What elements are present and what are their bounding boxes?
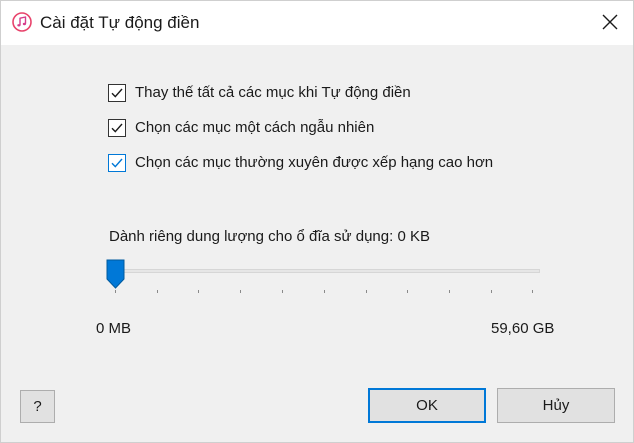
checkmark-icon [111,88,123,98]
slider-tick [407,290,408,293]
close-icon [602,14,618,30]
slider-min-label: 0 MB [96,320,132,337]
replace-all-items-label: Thay thế tất cả các mục khi Tự động điền [135,84,411,101]
slider-tick [532,290,533,293]
close-button[interactable] [587,1,633,45]
random-items-label: Chọn các mục một cách ngẫu nhiên [135,119,375,136]
slider-max-label: 59,60 GB [491,320,555,337]
slider-tick [366,290,367,293]
ok-button[interactable]: OK [368,388,486,423]
autofill-settings-dialog: Cài đặt Tự động điền Thay thế tất cả các… [0,0,634,443]
reserve-space-label: Dành riêng dung lượng cho ổ đĩa sử dụng:… [109,228,430,245]
higher-rated-items-checkbox[interactable] [108,154,126,172]
replace-all-items-checkbox[interactable] [108,84,126,102]
slider-tick [282,290,283,293]
slider-tick [449,290,450,293]
slider-tick [240,290,241,293]
checkmark-icon [111,123,123,133]
disk-space-slider[interactable] [106,259,544,299]
slider-track [110,269,540,273]
title-bar: Cài đặt Tự động điền [1,1,633,45]
cancel-button[interactable]: Hủy [497,388,615,423]
help-button[interactable]: ? [20,390,55,423]
slider-tick [324,290,325,293]
itunes-music-note-icon [12,12,32,32]
slider-tick [115,290,116,293]
window-title: Cài đặt Tự động điền [40,13,200,32]
slider-tick [157,290,158,293]
checkmark-icon [111,158,123,168]
higher-rated-items-label: Chọn các mục thường xuyên được xếp hạng … [135,154,494,171]
slider-tick [491,290,492,293]
random-items-checkbox[interactable] [108,119,126,137]
slider-thumb[interactable] [106,259,125,289]
slider-tick [198,290,199,293]
